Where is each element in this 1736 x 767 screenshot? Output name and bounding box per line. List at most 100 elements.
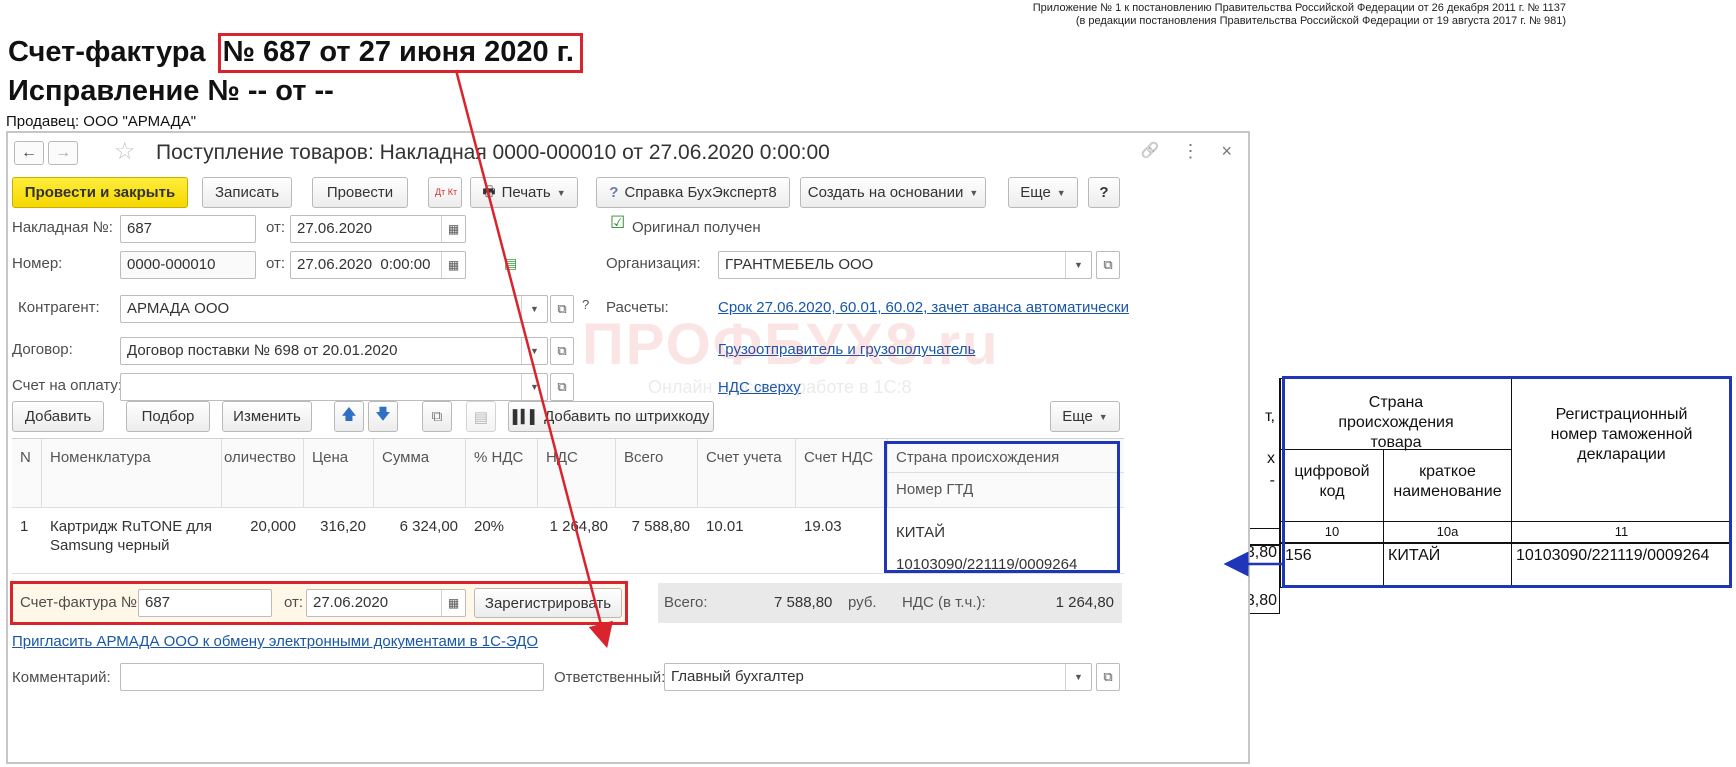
- add-by-barcode-label: Добавить по штрихкоду: [544, 408, 710, 425]
- profbuh-watermark: ПРОФБУХ8.ru: [582, 312, 1000, 377]
- chevron-down-icon: ▼: [1098, 411, 1108, 422]
- change-button[interactable]: Изменить: [222, 401, 312, 432]
- post-and-close-button[interactable]: Провести и закрыть: [12, 177, 188, 208]
- table-more-button[interactable]: Еще ▼: [1050, 401, 1120, 432]
- col-sum-header[interactable]: Сумма: [374, 439, 466, 507]
- close-icon[interactable]: ×: [1221, 141, 1232, 162]
- move-down-button[interactable]: 🡇: [368, 401, 398, 432]
- waybill-label: Накладная №:: [12, 219, 113, 236]
- col-vat-pct-header[interactable]: % НДС: [466, 439, 538, 507]
- back-button[interactable]: ←: [14, 141, 44, 165]
- annex-line-1: Приложение № 1 к постановлению Правитель…: [1032, 2, 1566, 14]
- edit-date-icon[interactable]: ▤: [504, 255, 517, 272]
- link-icon[interactable]: 🔗: [1141, 141, 1160, 162]
- help-label: Справка БухЭксперт8: [624, 184, 777, 201]
- vat-total-label: НДС (в т.ч.):: [902, 594, 986, 611]
- post-button[interactable]: Провести: [312, 177, 408, 208]
- responsible-label: Ответственный:: [554, 669, 666, 686]
- seller-line: Продавец: ООО "АРМАДА": [6, 113, 197, 130]
- original-received-label: Оригинал получен: [632, 219, 761, 236]
- dt-kt-button[interactable]: Дт Кт: [428, 177, 462, 208]
- help-question-button[interactable]: ?: [1088, 177, 1120, 208]
- open-invoice-for-payment-icon[interactable]: ⧉: [550, 373, 574, 401]
- col-total-header[interactable]: Всего: [616, 439, 698, 507]
- row-vat-pct[interactable]: 20%: [466, 507, 538, 571]
- row-account[interactable]: 10.01: [698, 507, 796, 571]
- copy-row-button[interactable]: ⧉: [422, 401, 452, 432]
- chevron-down-icon[interactable]: ▼: [1065, 664, 1091, 690]
- invoice-for-payment-field[interactable]: ▼: [120, 373, 548, 401]
- table-bottom-divider: [12, 573, 1124, 574]
- calendar-icon[interactable]: ▦: [441, 216, 465, 242]
- row-item[interactable]: Картридж RuTONE для Samsung черный: [42, 507, 222, 571]
- open-counterparty-icon[interactable]: ⧉: [550, 295, 574, 323]
- counterparty-value: АРМАДА ООО: [127, 300, 230, 317]
- currency-label: руб.: [848, 594, 877, 611]
- annex-note: Приложение № 1 к постановлению Правитель…: [1033, 2, 1566, 28]
- row-vat[interactable]: 1 264,80: [538, 507, 616, 571]
- printed-highlight-frame: [1282, 376, 1732, 588]
- pick-label: Подбор: [141, 408, 195, 425]
- contract-field[interactable]: Договор поставки № 698 от 20.01.2020 ▼: [120, 337, 548, 365]
- add-row-button[interactable]: Добавить: [12, 401, 104, 432]
- open-responsible-icon[interactable]: ⧉: [1096, 663, 1120, 691]
- pick-button[interactable]: Подбор: [126, 401, 210, 432]
- number-field[interactable]: 0000-000010: [120, 251, 256, 279]
- open-contract-icon[interactable]: ⧉: [550, 337, 574, 365]
- post-label: Провести: [326, 184, 394, 201]
- total-value: 7 588,80: [774, 594, 833, 611]
- doc-date-value: 27.06.2020 0:00:00: [297, 256, 431, 273]
- col-qty-header[interactable]: оличество: [222, 439, 304, 507]
- help-buhexpert-button[interactable]: ? Справка БухЭксперт8: [596, 177, 790, 208]
- checkbox-checked-icon[interactable]: ☑: [610, 213, 625, 233]
- printer-icon: 🖶: [482, 182, 496, 199]
- col-n-header[interactable]: N: [12, 439, 42, 507]
- favorite-star-icon[interactable]: ☆: [114, 139, 136, 165]
- comment-field[interactable]: [120, 663, 544, 691]
- edo-invite-link[interactable]: Пригласить АРМАДА ООО к обмену электронн…: [12, 633, 538, 650]
- paste-row-button[interactable]: ▤: [466, 401, 496, 432]
- waybill-number-field[interactable]: 687: [120, 215, 256, 243]
- more-button[interactable]: Еще ▼: [1008, 177, 1078, 208]
- chevron-down-icon[interactable]: ▼: [1065, 252, 1091, 278]
- responsible-field[interactable]: Главный бухгалтер ▼: [664, 663, 1092, 691]
- organization-value: ГРАНТМЕБЕЛЬ ООО: [725, 256, 874, 273]
- add-by-barcode-button[interactable]: ▌▍▌ Добавить по штрихкоду: [508, 401, 714, 432]
- change-label: Изменить: [233, 408, 301, 425]
- row-total[interactable]: 7 588,80: [616, 507, 698, 571]
- partial-t: т,: [1265, 408, 1275, 425]
- print-button[interactable]: 🖶 Печать ▼: [470, 177, 578, 208]
- col-item-header[interactable]: Номенклатура: [42, 439, 222, 507]
- chevron-down-icon[interactable]: ▼: [521, 296, 547, 322]
- row-vat-account[interactable]: 19.03: [796, 507, 888, 571]
- invoice-doc-title-prefix: Счет-фактура: [8, 36, 206, 68]
- table-more-label: Еще: [1062, 408, 1093, 425]
- save-button[interactable]: Записать: [202, 177, 292, 208]
- col-vat-account-header[interactable]: Счет НДС: [796, 439, 888, 507]
- waybill-date-field[interactable]: 27.06.2020 ▦: [290, 215, 466, 243]
- number-value: 0000-000010: [127, 256, 216, 273]
- calendar-icon[interactable]: ▦: [441, 252, 465, 278]
- create-based-on-button[interactable]: Создать на основании ▼: [800, 177, 986, 208]
- row-sum[interactable]: 6 324,00: [374, 507, 466, 571]
- chevron-down-icon: ▼: [556, 187, 566, 198]
- col-vat-header[interactable]: НДС: [538, 439, 616, 507]
- forward-button[interactable]: →: [48, 141, 78, 165]
- move-up-button[interactable]: 🡅: [334, 401, 364, 432]
- col-account-header[interactable]: Счет учета: [698, 439, 796, 507]
- open-organization-icon[interactable]: ⧉: [1096, 251, 1120, 279]
- col-price-header[interactable]: Цена: [304, 439, 374, 507]
- row-n[interactable]: 1: [12, 507, 42, 571]
- more-menu-icon[interactable]: ⋮: [1181, 141, 1199, 162]
- arrow-down-icon: 🡇: [375, 406, 391, 423]
- row-price[interactable]: 316,20: [304, 507, 374, 571]
- row-qty[interactable]: 20,000: [222, 507, 304, 571]
- chevron-down-icon: ▼: [1056, 187, 1066, 198]
- chevron-down-icon[interactable]: ▼: [521, 338, 547, 364]
- counterparty-help-icon[interactable]: ?: [582, 297, 589, 312]
- waybill-number-value: 687: [127, 220, 153, 237]
- counterparty-field[interactable]: АРМАДА ООО ▼: [120, 295, 548, 323]
- doc-date-field[interactable]: 27.06.2020 0:00:00 ▦: [290, 251, 466, 279]
- chevron-down-icon[interactable]: ▼: [521, 374, 547, 400]
- organization-field[interactable]: ГРАНТМЕБЕЛЬ ООО ▼: [718, 251, 1092, 279]
